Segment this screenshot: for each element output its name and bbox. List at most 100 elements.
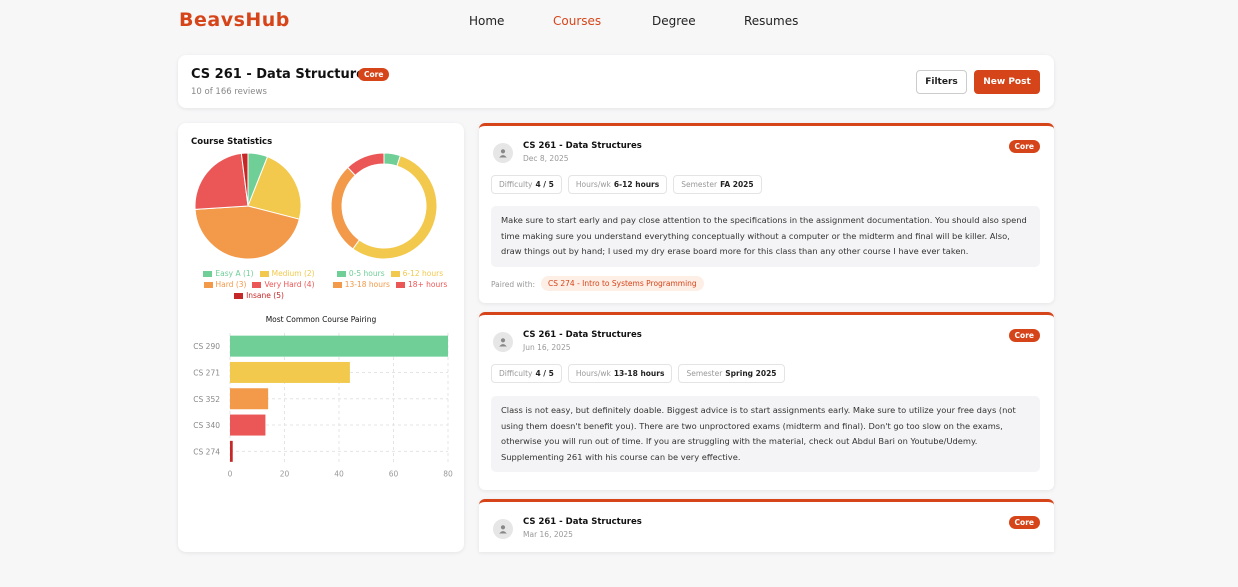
y-tick-label: CS 271 — [193, 368, 220, 377]
paired-with-label: Paired with: — [491, 280, 535, 289]
bar — [230, 361, 350, 383]
core-badge: Core — [1008, 516, 1040, 529]
new-post-button[interactable]: New Post — [974, 70, 1040, 94]
legend-label: Medium (2) — [271, 269, 315, 278]
legend-swatch — [234, 292, 244, 299]
legend-label: Very Hard (4) — [264, 280, 315, 289]
pie-slice — [330, 166, 361, 250]
pie-slice — [195, 153, 249, 210]
stats-title: Course Statistics — [191, 137, 273, 147]
chip-label: Difficulty — [499, 369, 533, 378]
nav-link-resumes[interactable]: Resumes — [744, 14, 798, 28]
difficulty-chip: Difficulty 4 / 5 — [491, 175, 562, 194]
legend-item: Medium (2) — [259, 269, 315, 278]
legend-label: 13-18 hours — [344, 280, 390, 289]
legend-swatch — [395, 281, 405, 288]
chip-value: 4 / 5 — [535, 369, 554, 378]
course-header: CS 261 - Data Structures Core 10 of 166 … — [178, 55, 1054, 108]
review-metrics: Difficulty 4 / 5 Hours/wk 13-18 hours Seme… — [491, 364, 785, 383]
review-course-title: CS 261 - Data Structures — [523, 330, 642, 340]
core-badge: Core — [358, 68, 390, 81]
user-icon — [499, 525, 507, 534]
avatar — [493, 143, 513, 163]
legend-swatch — [203, 281, 213, 288]
chip-value: 13-18 hours — [613, 369, 665, 378]
bar — [230, 388, 269, 410]
review-card[interactable]: CS 261 - Data Structures Mar 16, 2025 Co… — [479, 499, 1054, 552]
y-tick-label: CS 274 — [193, 447, 220, 456]
course-statistics-panel: Course Statistics Easy A (1) Medium (2) … — [178, 123, 464, 552]
chip-label: Difficulty — [499, 180, 533, 189]
hours-chip: Hours/wk 6-12 hours — [567, 175, 668, 194]
brand-logo[interactable]: BeavsHub — [179, 9, 290, 31]
review-course-title: CS 261 - Data Structures — [523, 517, 642, 527]
x-tick-label: 40 — [334, 470, 344, 479]
filters-button[interactable]: Filters — [916, 70, 967, 94]
legend-swatch — [390, 270, 400, 277]
difficulty-chip: Difficulty 4 / 5 — [491, 364, 562, 383]
review-text: Class is not easy, but definitely doable… — [491, 396, 1040, 472]
bar — [230, 335, 448, 357]
chip-value: 4 / 5 — [535, 180, 554, 189]
review-text: Make sure to start early and pay close a… — [491, 206, 1040, 267]
chip-value: FA 2025 — [720, 180, 754, 189]
review-date: Dec 8, 2025 — [523, 154, 569, 163]
review-metrics: Difficulty 4 / 5 Hours/wk 6-12 hours Semes… — [491, 175, 762, 194]
bar — [230, 440, 233, 462]
nav-link-degree[interactable]: Degree — [652, 14, 696, 28]
legend-swatch — [203, 270, 213, 277]
legend-item: Very Hard (4) — [252, 280, 315, 289]
top-nav: BeavsHub Home Courses Degree Resumes — [0, 0, 1238, 42]
review-date: Mar 16, 2025 — [523, 530, 573, 539]
review-card[interactable]: CS 261 - Data Structures Dec 8, 2025 Cor… — [479, 123, 1054, 303]
user-icon — [499, 149, 507, 158]
paired-course-chip[interactable]: CS 274 - Intro to Systems Programming — [541, 276, 704, 291]
chip-label: Semester — [681, 180, 718, 189]
y-tick-label: CS 352 — [193, 395, 220, 404]
hours-legend: 0-5 hours 6-12 hours 13-18 hours 18+ hou… — [330, 269, 450, 289]
pie-slice — [352, 154, 438, 260]
semester-chip: Semester Spring 2025 — [678, 364, 785, 383]
hours-donut-chart — [330, 153, 438, 260]
bar — [230, 414, 266, 436]
legend-label: 18+ hours — [407, 280, 448, 289]
legend-swatch — [336, 270, 346, 277]
legend-label: Easy A (1) — [215, 269, 254, 278]
legend-item: 0-5 hours — [336, 269, 385, 278]
legend-item: 6-12 hours — [390, 269, 444, 278]
legend-swatch — [252, 281, 262, 288]
legend-label: Hard (3) — [215, 280, 247, 289]
avatar — [493, 519, 513, 539]
course-pairing-bar-chart: 0 20 40 60 80 CS 290 CS 271 CS 352 CS 340 CS 274 — [193, 333, 453, 479]
legend-label: Insane (5) — [246, 291, 284, 300]
y-tick-label: CS 290 — [193, 342, 220, 351]
core-badge: Core — [1008, 329, 1040, 342]
chip-label: Hours/wk — [575, 180, 611, 189]
semester-chip: Semester FA 2025 — [673, 175, 762, 194]
review-course-title: CS 261 - Data Structures — [523, 141, 642, 151]
review-card[interactable]: CS 261 - Data Structures Jun 16, 2025 Co… — [479, 312, 1054, 490]
legend-item: Easy A (1) — [203, 269, 254, 278]
x-tick-label: 0 — [228, 470, 233, 479]
legend-label: 0-5 hours — [348, 269, 385, 278]
review-date: Jun 16, 2025 — [523, 343, 571, 352]
legend-swatch — [332, 281, 342, 288]
pie-slice — [347, 153, 385, 177]
legend-item: Hard (3) — [203, 280, 247, 289]
page-title: CS 261 - Data Structures — [191, 67, 373, 82]
nav-link-home[interactable]: Home — [469, 14, 504, 28]
legend-item: 18+ hours — [395, 280, 448, 289]
difficulty-pie-chart — [195, 153, 302, 260]
chip-value: Spring 2025 — [725, 369, 777, 378]
legend-label: 6-12 hours — [402, 269, 444, 278]
legend-swatch — [259, 270, 269, 277]
chip-label: Hours/wk — [575, 369, 611, 378]
core-badge: Core — [1008, 140, 1040, 153]
reviews-count: 10 of 166 reviews — [191, 87, 267, 97]
avatar — [493, 332, 513, 352]
chip-value: 6-12 hours — [613, 180, 660, 189]
nav-link-courses[interactable]: Courses — [553, 14, 601, 28]
legend-item: Insane (5) — [234, 291, 284, 300]
difficulty-legend: Easy A (1) Medium (2) Hard (3) Very Hard… — [186, 269, 332, 300]
user-icon — [499, 338, 507, 347]
